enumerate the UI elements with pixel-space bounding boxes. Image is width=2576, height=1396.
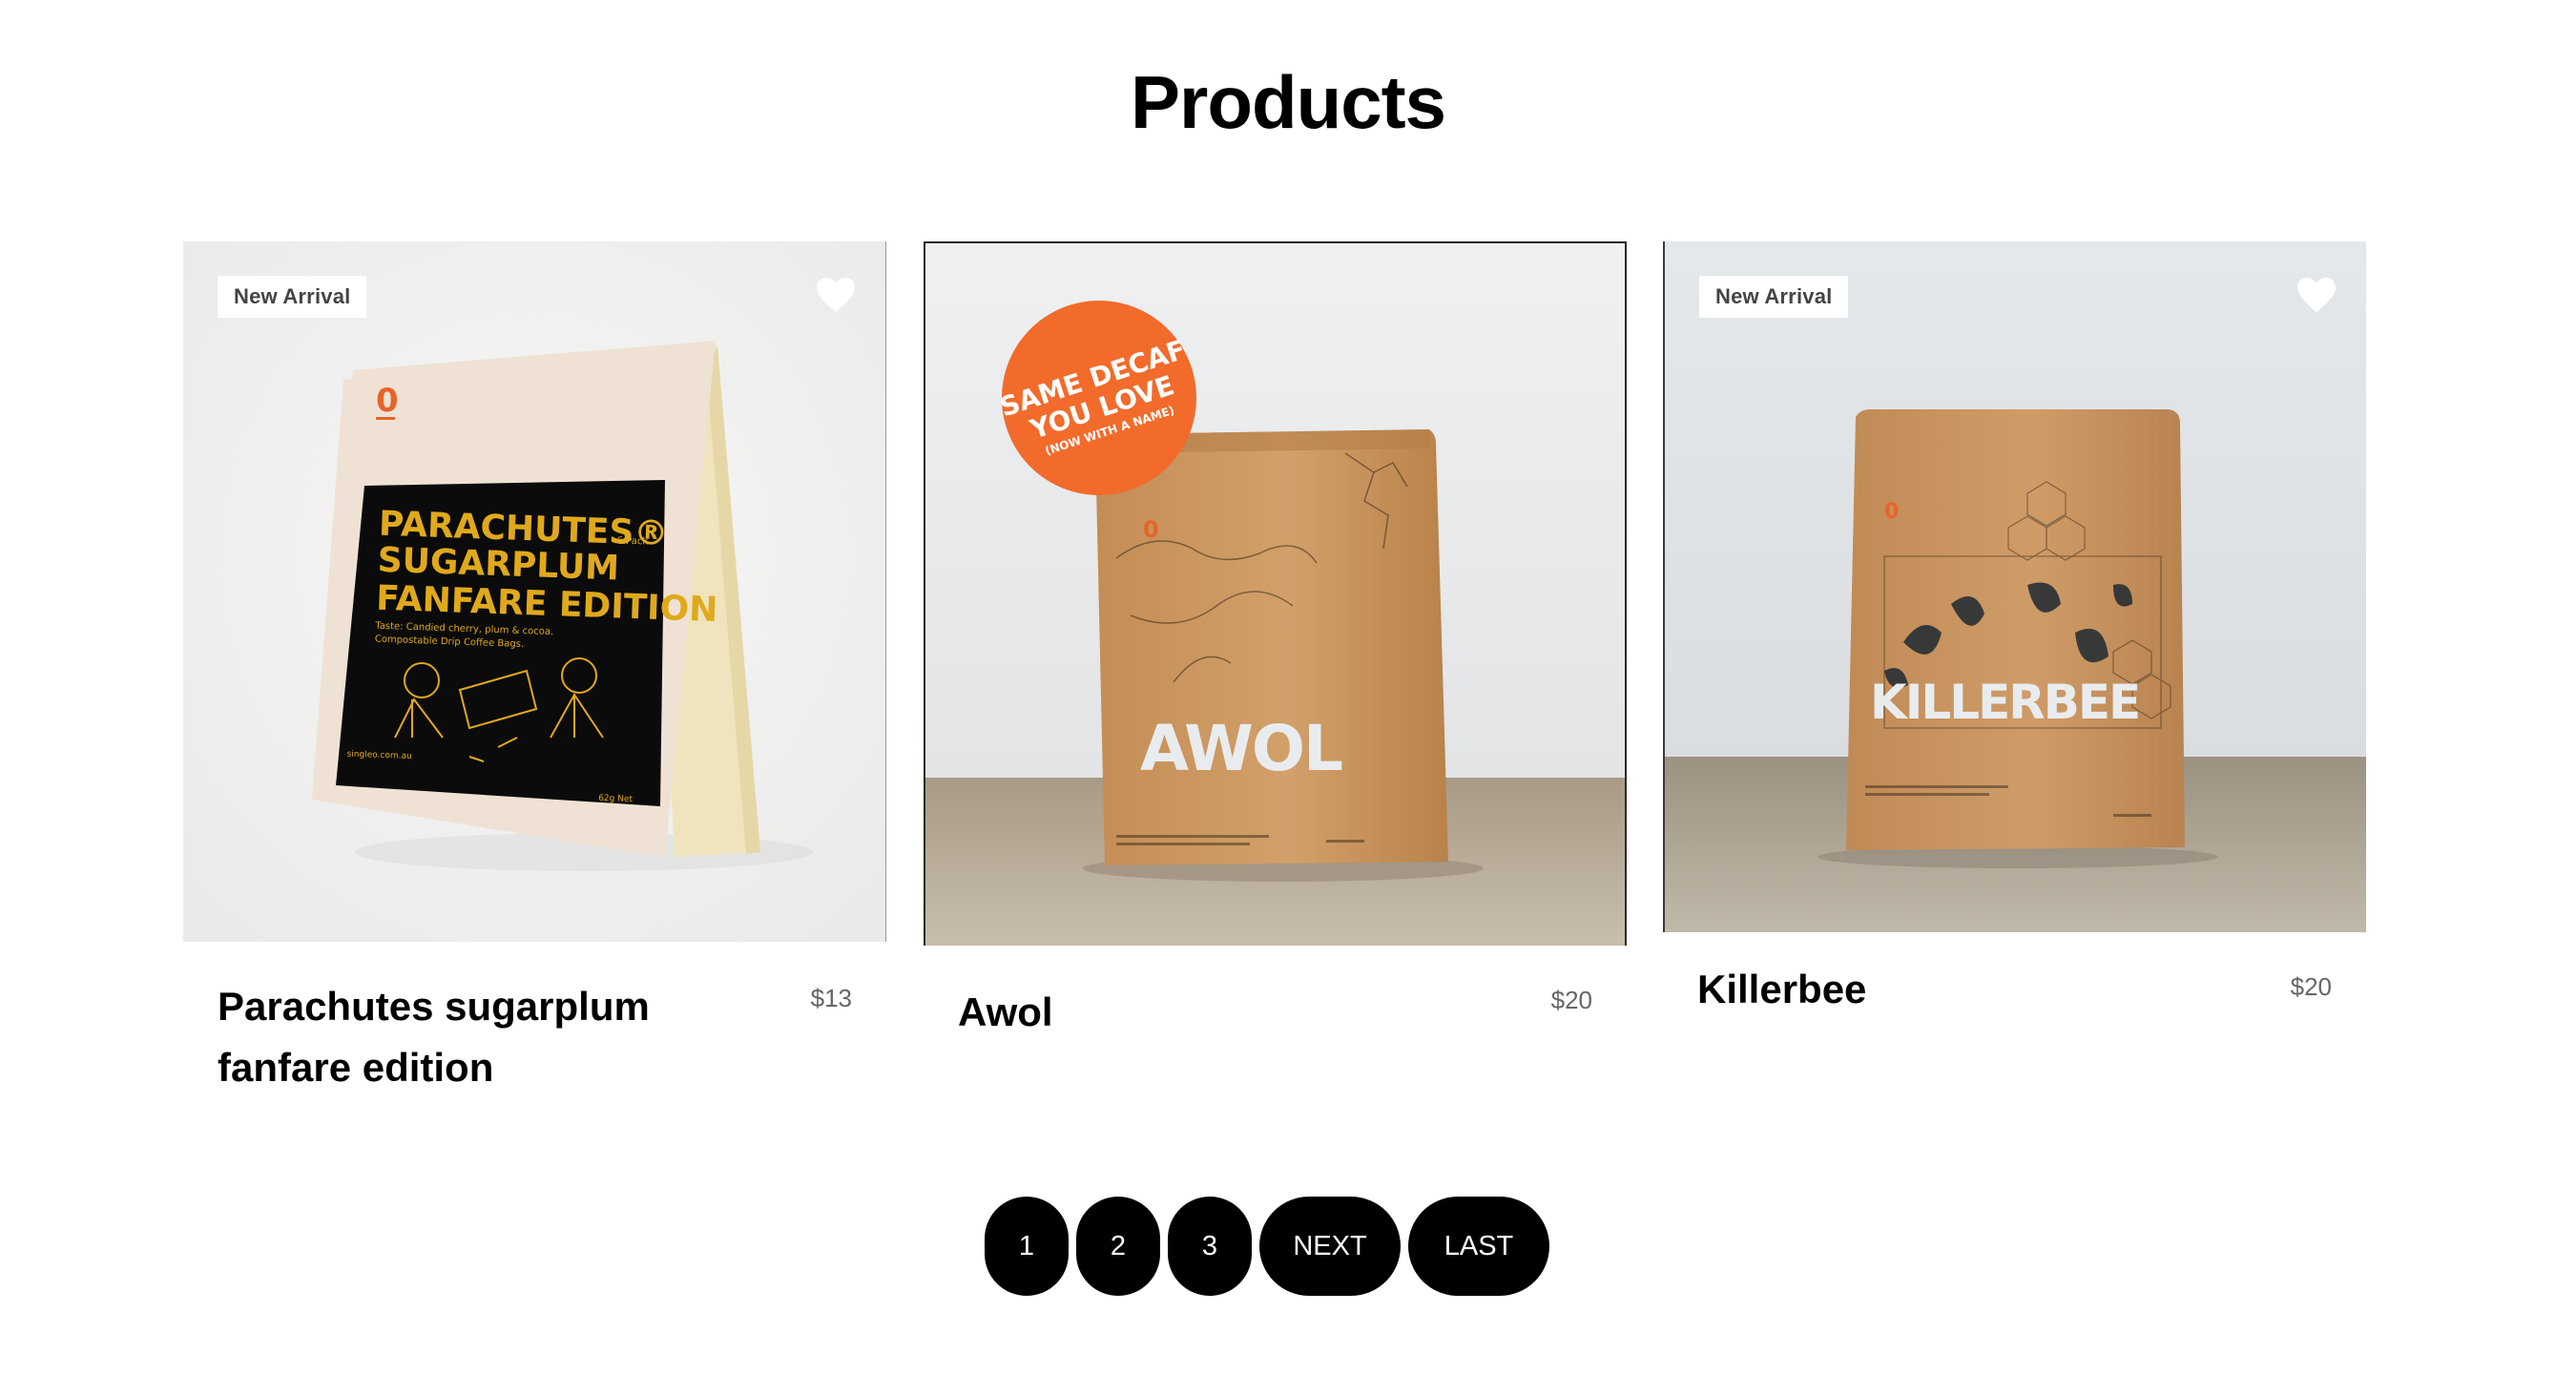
product-photo: KILLERBEE 0 bbox=[1665, 241, 2366, 932]
products-page: Products PARACHUTES® SUGARPLUM FANFARE E… bbox=[0, 0, 2576, 1396]
new-arrival-badge: New Arrival bbox=[218, 276, 367, 318]
product-price: $20 bbox=[2290, 972, 2332, 1001]
bag-name: AWOL bbox=[1140, 712, 1342, 785]
product-card-parachutes[interactable]: PARACHUTES® SUGARPLUM FANFARE EDITION 6 … bbox=[183, 241, 886, 1090]
page-button-3[interactable]: 3 bbox=[1168, 1197, 1252, 1296]
product-image[interactable]: KILLERBEE 0 New Arrival bbox=[1663, 241, 2366, 932]
product-image[interactable]: PARACHUTES® SUGARPLUM FANFARE EDITION 6 … bbox=[183, 241, 886, 942]
brand-logo-text: 0 bbox=[376, 382, 399, 420]
product-name[interactable]: Awol bbox=[958, 982, 1454, 1043]
page-button-2[interactable]: 2 bbox=[1076, 1197, 1160, 1296]
product-card-awol[interactable]: AWOL 0 SAME DECAF YOU LOVE (NOW WITH A N… bbox=[924, 241, 1627, 1034]
product-image[interactable]: AWOL 0 SAME DECAF YOU LOVE (NOW WITH A N… bbox=[924, 241, 1627, 946]
page-button-1[interactable]: 1 bbox=[985, 1197, 1069, 1296]
new-arrival-badge: New Arrival bbox=[1699, 276, 1849, 318]
next-page-button[interactable]: NEXT bbox=[1259, 1197, 1401, 1296]
product-photo: PARACHUTES® SUGARPLUM FANFARE EDITION 6 … bbox=[183, 241, 885, 942]
brand-logo-text: 0 bbox=[1143, 516, 1159, 543]
product-name[interactable]: Killerbee bbox=[1697, 959, 2193, 1020]
heart-icon[interactable] bbox=[2296, 276, 2337, 314]
last-page-button[interactable]: LAST bbox=[1408, 1197, 1549, 1296]
package-pack: 6 Pack bbox=[616, 535, 648, 547]
product-name[interactable]: Parachutes sugarplum fanfare edition bbox=[218, 976, 714, 1098]
product-price: $20 bbox=[1550, 986, 1592, 1014]
product-price: $13 bbox=[810, 984, 852, 1012]
brand-logo-text: 0 bbox=[1884, 500, 1899, 524]
bag-name: KILLERBEE bbox=[1870, 675, 2139, 730]
product-grid: PARACHUTES® SUGARPLUM FANFARE EDITION 6 … bbox=[183, 241, 2368, 1157]
pagination: 1 2 3 NEXT LAST bbox=[0, 1197, 2576, 1296]
product-card-killerbee[interactable]: KILLERBEE 0 New Arrival Killerbee $20 bbox=[1663, 241, 2366, 1011]
package-weight: 62g Net bbox=[598, 794, 634, 804]
page-title: Products bbox=[1130, 60, 1446, 144]
heart-icon[interactable] bbox=[815, 276, 857, 314]
product-photo: AWOL 0 SAME DECAF YOU LOVE (NOW WITH A N… bbox=[925, 243, 1625, 946]
